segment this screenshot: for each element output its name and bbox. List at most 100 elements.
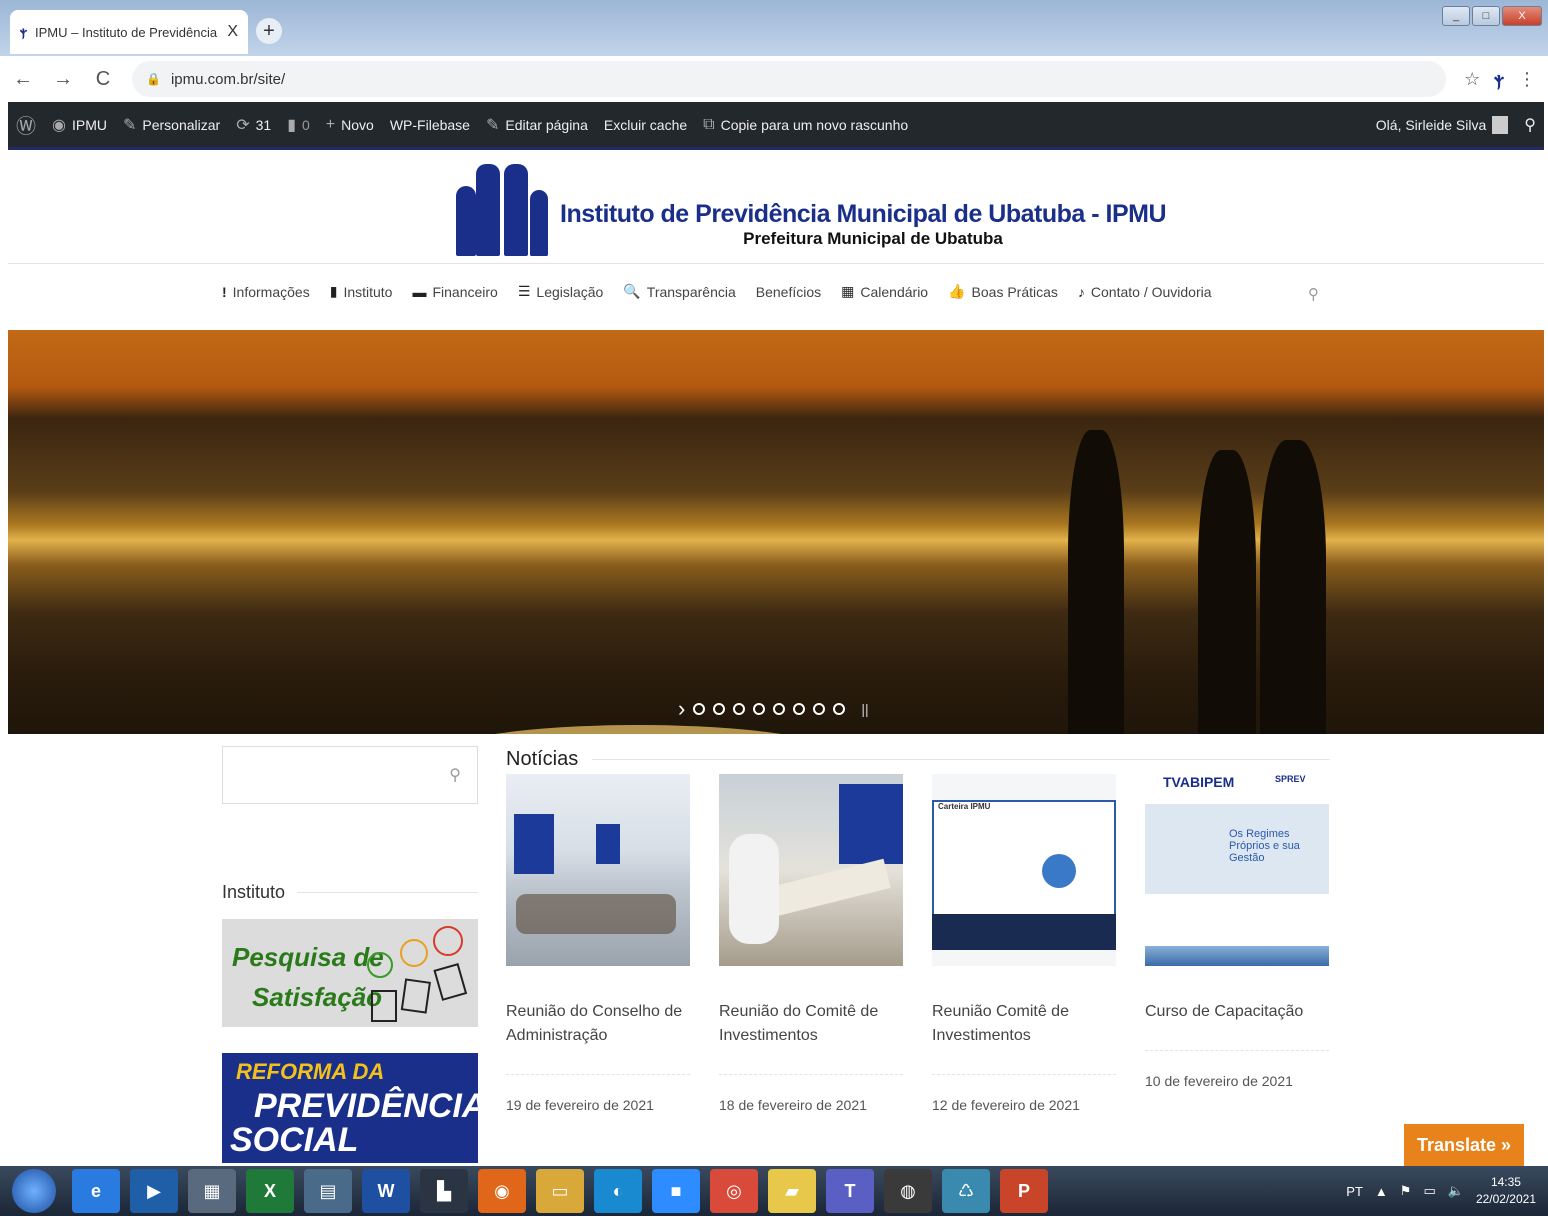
start-button[interactable] — [12, 1169, 56, 1213]
card3-label: Carteira IPMU — [938, 802, 991, 811]
bookmark-star-icon[interactable]: ☆ — [1464, 69, 1480, 90]
slider-dot[interactable] — [753, 703, 766, 715]
wp-edit-page[interactable]: ✎ Editar página — [486, 115, 588, 135]
new-tab-button[interactable]: + — [256, 18, 282, 44]
taskbar-calculator-icon[interactable]: ▦ — [188, 1169, 236, 1213]
back-button[interactable]: ← — [12, 68, 34, 91]
wp-site-name[interactable]: ◉ IPMU — [52, 115, 107, 135]
network-icon[interactable]: ▭ — [1423, 1183, 1435, 1199]
news-heading-text: Notícias — [506, 748, 579, 770]
slider-next-icon[interactable]: › — [678, 696, 685, 722]
site-subtitle: Prefeitura Municipal de Ubatuba — [743, 229, 1003, 248]
news-thumbnail[interactable] — [506, 774, 690, 966]
wp-search-icon[interactable]: ⚲ — [1524, 115, 1536, 135]
slider-dot[interactable] — [813, 703, 826, 715]
news-card-title[interactable]: Reunião Comitê de Investimentos — [932, 1000, 1116, 1048]
pencil-icon: ✎ — [485, 116, 500, 134]
news-card[interactable]: Reunião do Conselho de Administração 19 … — [506, 774, 690, 1113]
wp-account[interactable]: Olá, Sirleide Silva — [1376, 115, 1509, 134]
site-logo[interactable]: Instituto de Previdência Municipal de Ub… — [456, 160, 1167, 256]
site-favicon-icon: ⲯ — [20, 24, 28, 39]
url-text: ipmu.com.br/site/ — [170, 70, 286, 88]
taskbar-camera-icon[interactable]: ◍ — [884, 1169, 932, 1213]
taskbar-firefox-icon[interactable]: ◉ — [478, 1169, 526, 1213]
taskbar-excel-icon[interactable]: X — [246, 1169, 294, 1213]
nav-item-icon: ▮ — [329, 283, 338, 299]
nav-item-instituto[interactable]: ▮ Instituto — [330, 283, 393, 300]
taskbar-edge-icon[interactable]: ◐ — [594, 1169, 642, 1213]
flag-icon[interactable]: ⚑ — [1400, 1183, 1412, 1199]
close-window-button[interactable]: X — [1502, 6, 1542, 26]
tray-expand-icon[interactable]: ▲ — [1375, 1184, 1388, 1199]
translate-button[interactable]: Translate » — [1404, 1124, 1524, 1166]
taskbar-powerpoint-icon[interactable]: P — [1000, 1169, 1048, 1213]
wp-comments[interactable]: ▮ 0 — [287, 115, 310, 135]
news-card-date: 10 de fevereiro de 2021 — [1145, 1073, 1293, 1089]
nav-item-contato[interactable]: ♪ Contato / Ouvidoria — [1078, 283, 1212, 300]
nav-item-boas[interactable]: 👍 Boas Práticas — [948, 283, 1058, 300]
wp-copy-draft[interactable]: ⧉ Copie para um novo rascunho — [703, 116, 908, 134]
taskbar-stickies-icon[interactable]: ▰ — [768, 1169, 816, 1213]
wp-updates[interactable]: ⟳ 31 — [236, 115, 271, 135]
news-card[interactable]: Carteira IPMU Reunião Comitê de Investim… — [932, 774, 1116, 1113]
browser-menu-icon[interactable]: ⋮ — [1518, 69, 1536, 90]
satisfaction-survey-banner[interactable]: Pesquisa de Satisfação — [222, 919, 478, 1027]
taskbar-media-icon[interactable]: ▶ — [130, 1169, 178, 1213]
taskbar-recycle-icon[interactable]: ♺ — [942, 1169, 990, 1213]
browser-tab[interactable]: ⲯ IPMU – Instituto de Previdência M X — [10, 10, 248, 54]
nav-item-icon: 👍 — [948, 283, 966, 299]
news-card-title[interactable]: Reunião do Comitê de Investimentos — [719, 1000, 903, 1048]
search-icon[interactable]: ⚲ — [449, 765, 461, 785]
extension-ipmu-icon[interactable]: ⲯ — [1494, 69, 1504, 90]
slider-dot[interactable] — [713, 703, 726, 715]
nav-item-informações[interactable]: ! Informações — [222, 283, 310, 300]
language-indicator[interactable]: PT — [1346, 1184, 1363, 1199]
taskbar-ie-icon[interactable]: e — [72, 1169, 120, 1213]
wp-filebase[interactable]: WP-Filebase — [390, 117, 470, 133]
tab-close-icon[interactable]: X — [227, 23, 238, 41]
reload-button[interactable]: C — [92, 68, 114, 91]
news-heading: Notícias — [506, 748, 1330, 771]
wp-clear-cache[interactable]: Excluir cache — [604, 117, 687, 133]
card4-heading: Os Regimes Próprios e sua Gestão — [1229, 828, 1300, 864]
nav-item-calendário[interactable]: ▦ Calendário — [841, 283, 928, 300]
tab-title: IPMU – Instituto de Previdência M — [35, 24, 220, 40]
pension-reform-banner[interactable]: REFORMA DA PREVIDÊNCIA SOCIAL — [222, 1053, 478, 1163]
slider-dot[interactable] — [773, 703, 786, 715]
taskbar-explorer-app-icon[interactable]: ▤ — [304, 1169, 352, 1213]
minimize-button[interactable]: _ — [1442, 6, 1470, 26]
taskbar-cmd-icon[interactable]: ▙ — [420, 1169, 468, 1213]
volume-icon[interactable]: 🔈 — [1448, 1183, 1464, 1199]
news-thumbnail[interactable]: TVABIPEM SPREV Os Regimes Próprios e sua… — [1145, 774, 1329, 966]
taskbar-folder-icon[interactable]: ▭ — [536, 1169, 584, 1213]
sidebar-search-input[interactable]: ⚲ — [222, 746, 478, 804]
news-card-title[interactable]: Reunião do Conselho de Administração — [506, 1000, 690, 1048]
nav-item-legislação[interactable]: ☰ Legislação — [518, 283, 604, 300]
wp-customize[interactable]: ✎ Personalizar — [123, 115, 220, 135]
slider-pause-icon[interactable]: || — [861, 701, 868, 717]
wordpress-logo-icon[interactable]: Ⓦ — [16, 110, 36, 139]
clock[interactable]: 14:35 22/02/2021 — [1476, 1174, 1536, 1208]
news-thumbnail[interactable] — [719, 774, 903, 966]
address-bar[interactable]: 🔒 ipmu.com.br/site/ — [132, 61, 1447, 97]
news-thumbnail[interactable]: Carteira IPMU — [932, 774, 1116, 966]
slider-dot[interactable] — [733, 703, 746, 715]
news-card[interactable]: TVABIPEM SPREV Os Regimes Próprios e sua… — [1145, 774, 1329, 1089]
slider-dot[interactable] — [833, 703, 846, 715]
taskbar-teams-icon[interactable]: T — [826, 1169, 874, 1213]
taskbar-word-icon[interactable]: W — [362, 1169, 410, 1213]
nav-item-transparência[interactable]: 🔍 Transparência — [623, 283, 735, 300]
forward-button[interactable]: → — [52, 68, 74, 91]
comment-icon: ▮ — [287, 116, 296, 134]
slider-dot[interactable] — [693, 703, 706, 715]
slider-dot[interactable] — [793, 703, 806, 715]
maximize-button[interactable]: □ — [1472, 6, 1500, 26]
news-card-title[interactable]: Curso de Capacitação — [1145, 1000, 1329, 1024]
taskbar-chrome-icon[interactable]: ◎ — [710, 1169, 758, 1213]
wp-new[interactable]: + Novo — [326, 116, 374, 134]
nav-item-benefícios[interactable]: Benefícios — [756, 283, 821, 300]
nav-item-financeiro[interactable]: ▬ Financeiro — [412, 283, 497, 300]
nav-search-icon[interactable]: ⚲ — [1308, 285, 1319, 303]
taskbar-zoom-icon[interactable]: ■ — [652, 1169, 700, 1213]
news-card[interactable]: Reunião do Comitê de Investimentos 18 de… — [719, 774, 903, 1113]
